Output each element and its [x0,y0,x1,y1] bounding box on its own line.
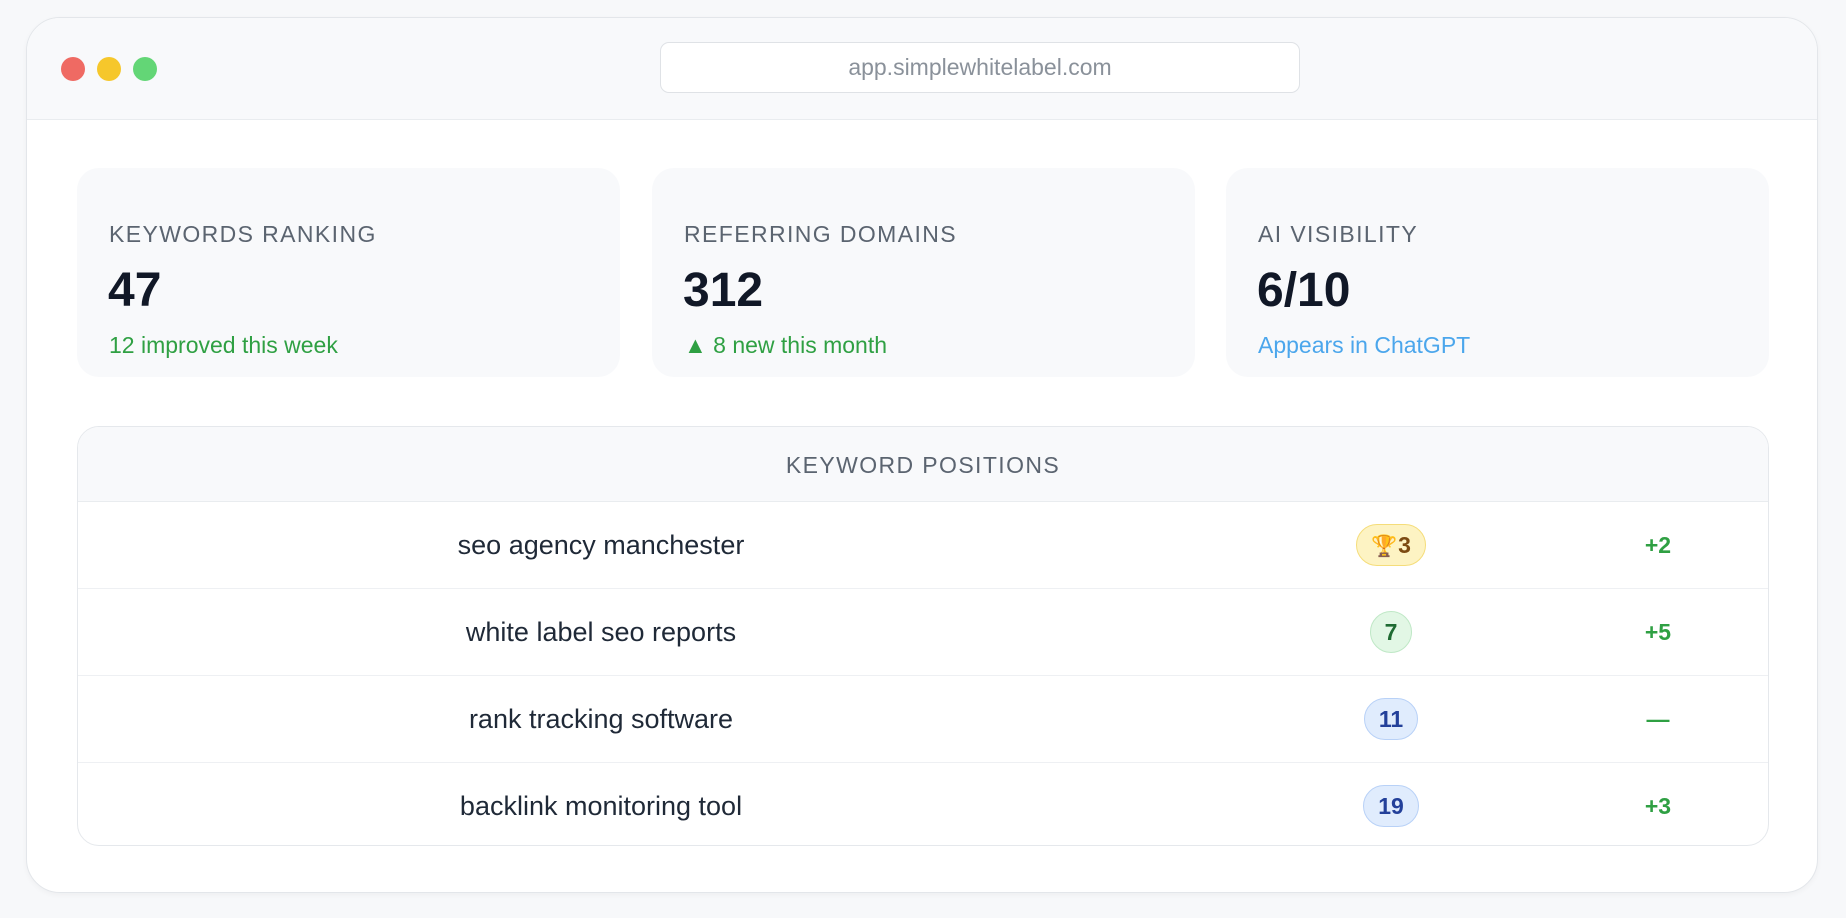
keyword-cell: white label seo reports [465,617,737,647]
stats-cards: KEYWORDS RANKING 47 12 improved this wee… [77,168,1769,377]
close-window-button[interactable] [61,57,85,81]
stat-value: 6/10 [1257,264,1351,317]
position-cell: 7 [1281,589,1501,675]
position-badge: 11 [1363,698,1419,740]
stat-value: 312 [683,264,764,317]
position-value: 3 [1398,532,1411,558]
address-bar[interactable]: app.simplewhitelabel.com [660,42,1300,93]
minimize-window-button[interactable] [97,57,121,81]
position-badge: 19 [1363,785,1419,827]
keyword-cell: seo agency manchester [457,530,745,560]
stat-subtext: Appears in ChatGPT [1258,332,1471,358]
stat-subtext: 12 improved this week [109,332,338,358]
browser-window: app.simplewhitelabel.com KEYWORDS RANKIN… [26,17,1818,893]
browser-titlebar: app.simplewhitelabel.com [27,18,1817,120]
position-cell: 🏆3 [1281,502,1501,588]
position-cell: 11 [1281,676,1501,762]
stat-label: REFERRING DOMAINS [684,221,957,247]
stat-card-referring-domains: REFERRING DOMAINS 312 ▲ 8 new this month [652,168,1195,377]
position-badge: 🏆3 [1356,524,1426,566]
table-row: backlink monitoring tool 19 +3 [78,763,1768,845]
table-row: rank tracking software 11 — [78,676,1768,763]
change-cell: +3 [1644,793,1672,819]
stat-value: 47 [108,264,162,317]
keyword-positions-table: KEYWORD POSITIONS seo agency manchester … [77,426,1769,846]
table-title: KEYWORD POSITIONS [78,427,1768,502]
stat-card-keywords-ranking: KEYWORDS RANKING 47 12 improved this wee… [77,168,620,377]
change-cell: — [1646,706,1670,732]
change-cell: +5 [1644,619,1672,645]
stat-card-ai-visibility: AI VISIBILITY 6/10 Appears in ChatGPT [1226,168,1769,377]
maximize-window-button[interactable] [133,57,157,81]
trophy-icon: 🏆 [1371,535,1398,558]
position-cell: 19 [1281,763,1501,845]
stat-label: AI VISIBILITY [1258,221,1419,247]
position-badge: 7 [1369,611,1413,653]
table-row: white label seo reports 7 +5 [78,589,1768,676]
table-row: seo agency manchester 🏆3 +2 [78,502,1768,589]
keyword-cell: backlink monitoring tool [459,791,743,821]
stat-subtext: ▲ 8 new this month [684,332,888,358]
stat-label: KEYWORDS RANKING [109,221,377,247]
change-cell: +2 [1644,532,1672,558]
keyword-cell: rank tracking software [468,704,734,734]
